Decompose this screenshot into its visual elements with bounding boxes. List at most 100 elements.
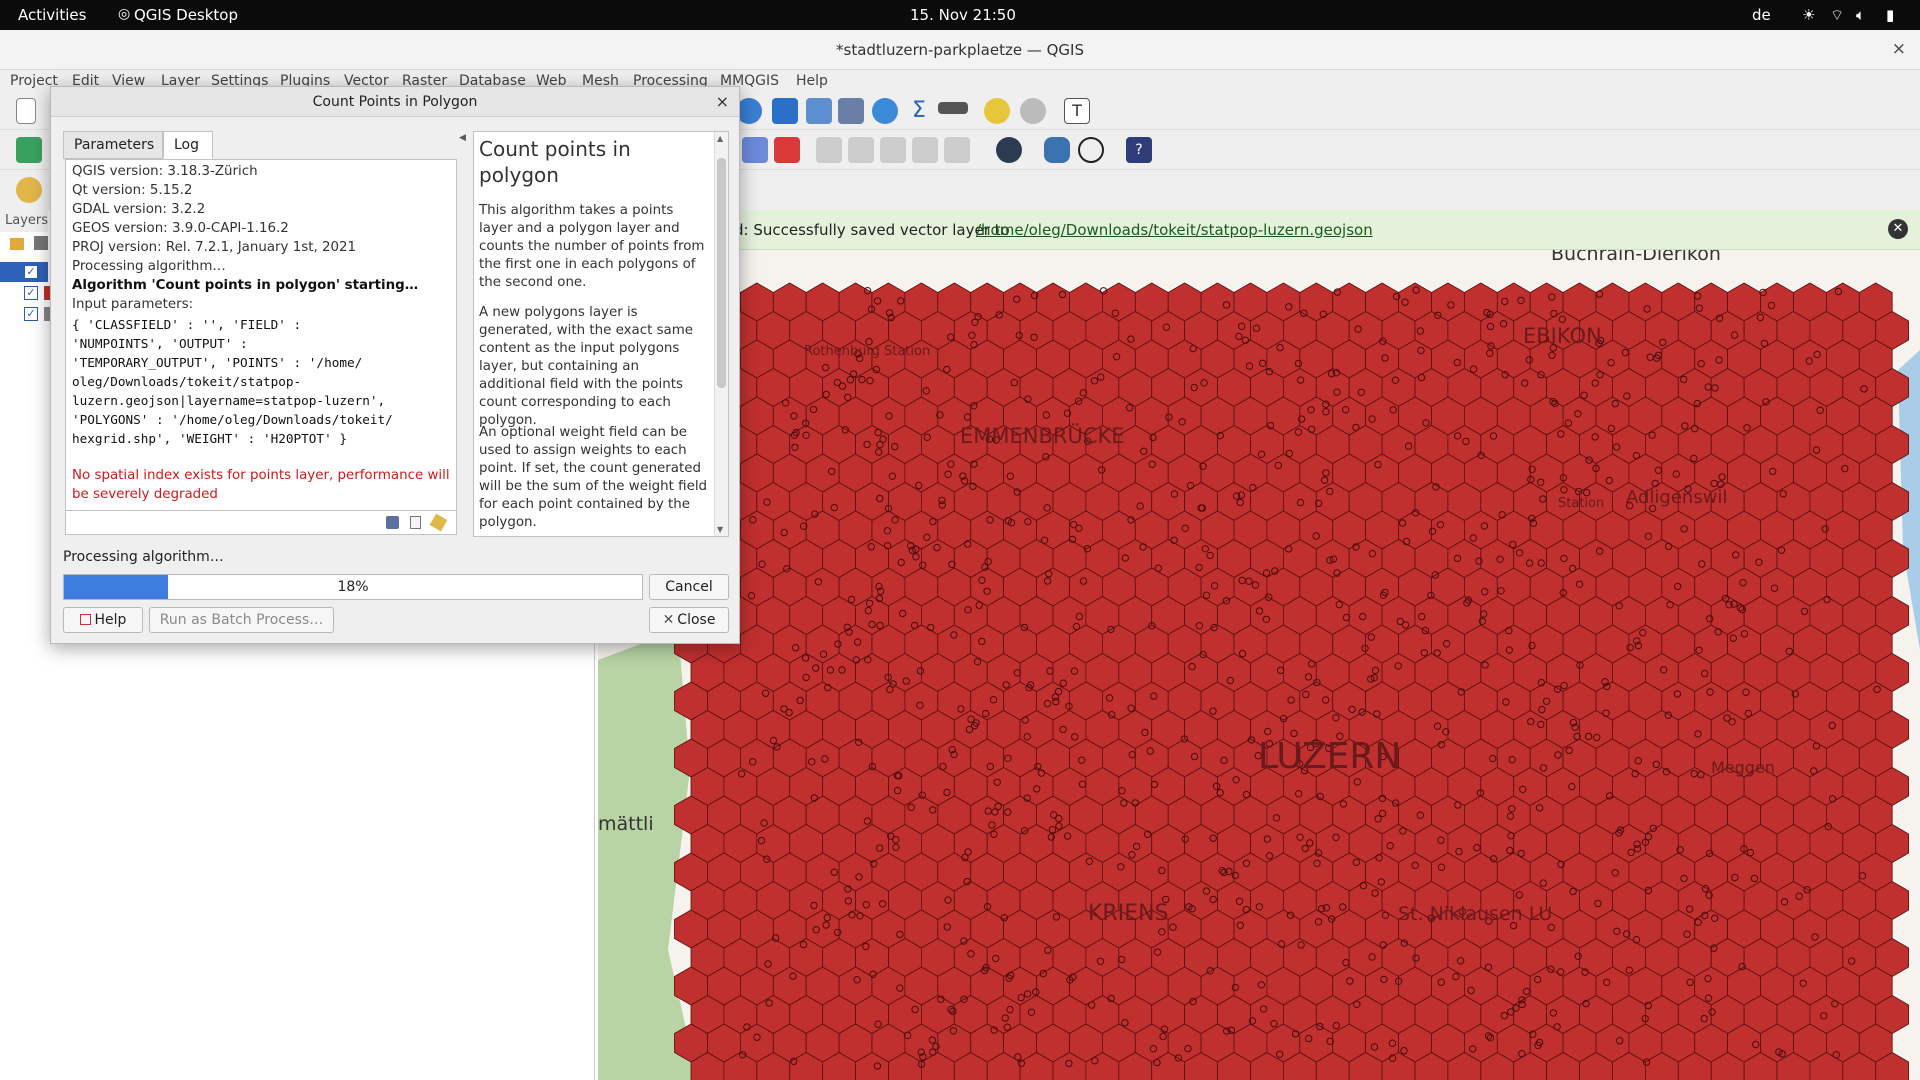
attribute-table-icon[interactable] (806, 98, 832, 124)
help-scrollbar-thumb[interactable] (717, 158, 726, 388)
help-heading: Count points in polygon (479, 137, 631, 187)
save-log-icon[interactable] (386, 516, 399, 529)
log-param-line: 'TEMPORARY_OUTPUT', 'POINTS' : '/home/ (72, 355, 363, 370)
map-canvas[interactable]: mättli Buchrain-Dierikon EBIKON Rothenbu… (598, 250, 1920, 1080)
window-close-button[interactable]: × (1892, 39, 1906, 59)
window-titlebar: *stadtluzern-parkplaetze — QGIS × (0, 30, 1920, 70)
tab-log[interactable]: Log (163, 131, 213, 159)
whats-this-help-icon[interactable]: ? (1126, 137, 1152, 163)
close-button-label: Close (677, 612, 716, 628)
log-line-starting: Algorithm 'Count points in polygon' star… (72, 278, 419, 293)
plugin-circle-icon[interactable] (1078, 137, 1104, 163)
battery-icon[interactable]: ▮ (1886, 6, 1894, 24)
cancel-button[interactable]: Cancel (649, 574, 729, 600)
text-annotation-icon[interactable]: T (1064, 98, 1090, 124)
collapse-help-icon[interactable]: ◀ (459, 133, 466, 143)
help-button-label: Help (94, 612, 127, 628)
label-tool-icon[interactable] (742, 137, 768, 163)
new-project-icon[interactable] (16, 98, 36, 124)
map-label-emmenbruecke: EMMENBRÜCKE (960, 423, 1125, 448)
algorithm-help-panel: Count points in polygon This algorithm t… (473, 131, 729, 537)
data-source-manager-icon[interactable] (16, 137, 42, 163)
rotate-label-icon[interactable] (912, 137, 938, 163)
wifi-icon[interactable]: ⌔ (1830, 6, 1844, 25)
log-line: Processing algorithm… (72, 259, 226, 274)
message-link[interactable]: /home/oleg/Downloads/tokeit/statpop-luze… (976, 221, 1373, 239)
processing-toolbox-icon[interactable] (872, 98, 898, 124)
hexgrid-layer (674, 282, 1909, 1080)
volume-icon[interactable]: 🔈︎ (1856, 6, 1865, 24)
log-line: Qt version: 5.15.2 (72, 183, 193, 198)
qgis-app-icon: ◎ (118, 6, 131, 22)
field-calculator-icon[interactable] (838, 98, 864, 124)
system-top-bar: Activities ◎ QGIS Desktop 15. Nov 21:50 … (0, 0, 1920, 30)
map-label-rothenburg-station: Rothenburg Station (804, 344, 930, 359)
menu-help[interactable]: Help (796, 73, 828, 89)
log-line: QGIS version: 3.18.3-Zürich (72, 164, 258, 179)
clear-log-icon[interactable] (429, 513, 448, 532)
progress-bar: 18% (63, 574, 643, 600)
identify-features-icon[interactable] (772, 98, 798, 124)
message-text: d: Successfully saved vector layer to (734, 221, 1010, 239)
dialog-close-x-button[interactable]: × (716, 92, 729, 111)
add-group-icon[interactable] (34, 236, 48, 250)
log-param-line: oleg/Downloads/tokeit/statpop- (72, 374, 302, 389)
statistics-sigma-icon[interactable]: Σ (906, 98, 932, 124)
map-render: mättli Buchrain-Dierikon EBIKON Rothenbu… (598, 250, 1920, 1080)
layer-visibility-checkbox[interactable]: ✓ (24, 307, 38, 321)
help-paragraph: An optional weight field can be used to … (479, 425, 708, 530)
log-line: Input parameters: (72, 297, 194, 312)
select-features-icon[interactable] (16, 177, 42, 203)
copy-log-icon[interactable] (410, 516, 421, 529)
layers-panel-title: Layers (0, 210, 48, 232)
run-batch-button[interactable]: Run as Batch Process… (149, 607, 334, 633)
map-tips-icon[interactable] (984, 98, 1010, 124)
message-bar: d: Successfully saved vector layer to /h… (598, 210, 1920, 250)
map-label-ebikon: EBIKON (1523, 324, 1602, 348)
log-line: GDAL version: 3.2.2 (72, 202, 206, 217)
help-button[interactable]: Help (63, 607, 143, 633)
progress-label: 18% (337, 579, 369, 595)
log-param-line: hexgrid.shp', 'WEIGHT' : 'H20PTOT' } (72, 431, 347, 446)
pin-label-icon[interactable] (816, 137, 842, 163)
window-title: *stadtluzern-parkplaetze — QGIS (836, 41, 1084, 59)
map-label-station: Station (1558, 496, 1604, 511)
label-highlight-icon[interactable] (774, 137, 800, 163)
map-label-st-niklausen: St. Niklausen LU (1398, 903, 1552, 925)
style-manager-icon[interactable] (10, 238, 24, 250)
app-menu-button[interactable]: QGIS Desktop (134, 6, 238, 24)
log-warning-line: be severely degraded (72, 487, 218, 502)
bookmarks-icon[interactable] (1020, 98, 1046, 124)
log-param-line: { 'CLASSFIELD' : '', 'FIELD' : (72, 317, 302, 332)
log-output[interactable]: QGIS version: 3.18.3-Zürich Qt version: … (65, 159, 457, 511)
log-warning-line: No spatial index exists for points layer… (72, 468, 450, 483)
message-close-button[interactable]: ✕ (1888, 219, 1908, 239)
map-label-luzern: LUZERN (1258, 736, 1401, 777)
activities-button[interactable]: Activities (18, 6, 86, 24)
map-label-meggen: Meggen (1711, 758, 1775, 777)
dialog-titlebar: Count Points in Polygon × (51, 87, 739, 117)
keyboard-layout-indicator[interactable]: de (1752, 6, 1771, 24)
help-scrollbar[interactable]: ▲ ▼ (714, 132, 728, 536)
log-toolbar (65, 511, 457, 535)
processing-status: Processing algorithm… (63, 549, 224, 565)
close-button[interactable]: ✕ Close (649, 607, 729, 633)
log-line: GEOS version: 3.9.0-CAPI-1.16.2 (72, 221, 289, 236)
scroll-up-icon[interactable]: ▲ (717, 134, 723, 143)
measure-icon[interactable] (938, 102, 968, 114)
show-hide-label-icon[interactable] (848, 137, 874, 163)
change-label-icon[interactable] (944, 137, 970, 163)
brightness-icon[interactable]: ☀ (1802, 6, 1815, 24)
log-param-line: 'POLYGONS' : '/home/oleg/Downloads/tokei… (72, 412, 393, 427)
count-points-dialog: Count Points in Polygon × Parameters Log… (50, 86, 740, 644)
python-console-icon[interactable] (1044, 137, 1070, 163)
layer-visibility-checkbox[interactable]: ✓ (24, 265, 38, 279)
map-label-kriens: KRIENS (1088, 901, 1169, 926)
move-label-icon[interactable] (880, 137, 906, 163)
scroll-down-icon[interactable]: ▼ (717, 525, 723, 534)
help-paragraph: This algorithm takes a points layer and … (479, 203, 705, 290)
globe-plugin-icon[interactable] (996, 137, 1022, 163)
layer-visibility-checkbox[interactable]: ✓ (24, 286, 38, 300)
tab-parameters[interactable]: Parameters (63, 131, 163, 159)
clock[interactable]: 15. Nov 21:50 (910, 6, 1016, 24)
